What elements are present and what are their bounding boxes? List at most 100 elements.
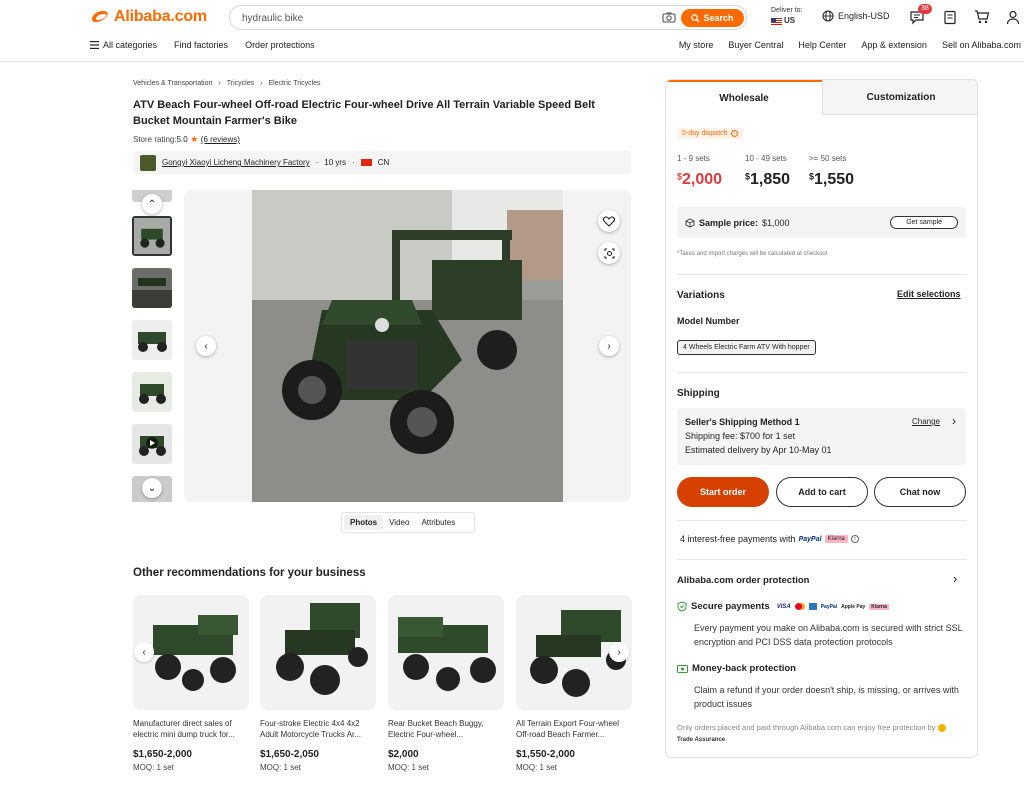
recommendations-prev-button[interactable]: ‹	[134, 642, 154, 662]
atv-image	[398, 617, 496, 691]
visa-icon: VISA	[776, 603, 791, 610]
deliver-to-country: US	[784, 16, 796, 25]
interest-free-row: 4 interest-free payments with PayPal Kla…	[680, 534, 859, 544]
atv-thumbnail-image	[139, 436, 166, 456]
chevron-down-icon: ⌄	[147, 482, 157, 494]
paypal-icon: PayPal	[820, 603, 838, 610]
model-number-label: Model Number	[677, 316, 740, 326]
shipping-title: Shipping	[677, 388, 720, 399]
store-avatar[interactable]	[140, 154, 156, 171]
language-label: English-USD	[838, 11, 890, 21]
model-option-chip[interactable]: 4 Wheels Electric Farm ATV With hopper	[677, 340, 816, 355]
amex-icon	[808, 603, 817, 610]
nav-buyer-central[interactable]: Buyer Central	[728, 40, 783, 50]
reviews-link[interactable]: (6 reviews)	[201, 135, 240, 144]
store-name-link[interactable]: Gongyi Xiaoyi Licheng Machinery Factory	[162, 158, 310, 167]
breadcrumb-item[interactable]: Electric Tricycles	[268, 80, 320, 87]
recommendation-card[interactable]: Four-stroke Electric 4x4 4x2 Adult Motor…	[260, 595, 376, 772]
account-icon[interactable]	[1005, 9, 1021, 25]
next-image-button[interactable]: ›	[599, 336, 619, 356]
info-icon[interactable]: i	[850, 535, 859, 543]
recommendation-price: $2,000	[388, 749, 419, 760]
tier-range-3: >= 50 sets	[809, 154, 847, 163]
cart-icon[interactable]	[974, 9, 990, 25]
thumb-down-button[interactable]: ⌄	[142, 478, 162, 498]
camera-icon[interactable]	[662, 12, 676, 23]
get-sample-button[interactable]: Get sample	[890, 216, 958, 229]
orders-icon[interactable]	[942, 9, 958, 25]
start-order-button[interactable]: Start order	[677, 477, 769, 507]
interest-free-text: 4 interest-free payments with	[680, 534, 796, 544]
nav-order-protections[interactable]: Order protections	[245, 40, 315, 50]
thumbnail-selected[interactable]	[132, 216, 172, 256]
rating-label: Store rating:	[133, 135, 177, 144]
nav-sell-on-alibaba[interactable]: Sell on Alibaba.com	[942, 40, 1021, 50]
media-tabs: Photos Video Attributes	[341, 512, 475, 533]
nav-left: All categories Find factories Order prot…	[90, 40, 315, 50]
atv-thumbnail-image	[138, 332, 167, 352]
recommendations-next-button[interactable]: ›	[609, 642, 629, 662]
recommendation-price: $1,650-2,000	[133, 749, 192, 760]
prev-image-button[interactable]: ‹	[196, 336, 216, 356]
search-input[interactable]	[242, 11, 642, 25]
mastercard-icon	[794, 603, 805, 610]
shield-icon	[677, 601, 687, 612]
tab-customization[interactable]: Customization	[822, 80, 977, 115]
main-product-image[interactable]: ‹ ›	[184, 190, 631, 502]
tier-range-2: 10 - 49 sets	[745, 154, 787, 163]
variations-title: Variations	[677, 290, 725, 301]
search-icon	[691, 13, 701, 23]
tab-attributes[interactable]: Attributes	[415, 515, 461, 530]
nav-app-extension[interactable]: App & extension	[861, 40, 927, 50]
thumb-up-button[interactable]: ⌃	[142, 194, 162, 214]
recommendation-moq: MOQ: 1 set	[516, 763, 557, 772]
nav-find-factories[interactable]: Find factories	[174, 40, 228, 50]
heart-icon	[603, 215, 615, 227]
tab-photos[interactable]: Photos	[344, 515, 384, 530]
recommendation-name: Four-stroke Electric 4x4 4x2 Adult Motor…	[260, 719, 361, 739]
edit-selections-link[interactable]: Edit selections	[897, 289, 961, 299]
add-to-cart-button[interactable]: Add to cart	[776, 477, 868, 507]
alibaba-logo[interactable]: Alibaba.com	[89, 8, 207, 26]
money-back-text: Claim a refund if your order doesn't shi…	[694, 685, 959, 709]
favorite-button[interactable]	[598, 210, 620, 232]
atv-image	[276, 603, 368, 695]
breadcrumb-item[interactable]: Tricycles	[227, 80, 254, 87]
breadcrumb-item[interactable]: Vehicles & Transportation	[133, 80, 212, 87]
recommendation-card[interactable]: Rear Bucket Beach Buggy, Electric Four-w…	[388, 595, 504, 772]
tab-wholesale[interactable]: Wholesale	[666, 80, 822, 115]
atv-thumbnail-image	[139, 384, 166, 404]
thumbnail[interactable]	[132, 320, 172, 360]
nav-help-center[interactable]: Help Center	[798, 40, 846, 50]
breadcrumb: Vehicles & Transportation › Tricycles › El…	[133, 80, 321, 87]
shipping-box[interactable]: Seller's Shipping Method 1 Change › Ship…	[677, 408, 966, 465]
change-shipping-link[interactable]: Change	[912, 415, 940, 429]
menu-icon	[90, 41, 99, 49]
chevron-left-icon: ‹	[204, 340, 208, 352]
shipping-fee: Shipping fee: $700 for 1 set	[685, 431, 796, 441]
chevron-right-icon[interactable]: ›	[953, 571, 957, 586]
language-selector[interactable]: English-USD	[822, 10, 890, 22]
search-bar[interactable]: Search	[229, 5, 747, 30]
search-button[interactable]: Search	[681, 9, 744, 27]
tab-video[interactable]: Video	[383, 515, 415, 530]
recommendation-card[interactable]: All Terrain Export Four-wheel Off-road B…	[516, 595, 632, 772]
thumbnail-video[interactable]	[132, 424, 172, 464]
secure-payments-row: Secure payments VISA PayPal Apple Pay Kl…	[677, 601, 889, 612]
image-search-button[interactable]	[598, 242, 620, 264]
recommendation-card[interactable]: Manufacturer direct sales of electric mi…	[133, 595, 249, 772]
thumbnail[interactable]	[132, 372, 172, 412]
order-protection-title[interactable]: Alibaba.com order protection	[677, 575, 810, 586]
tier-price-3-value: 1,550	[814, 171, 855, 188]
secure-payments-text: Every payment you make on Alibaba.com is…	[694, 623, 963, 647]
deliver-to[interactable]: Deliver to: US	[771, 6, 803, 26]
chevron-left-icon: ‹	[142, 646, 146, 658]
chat-now-button[interactable]: Chat now	[874, 477, 966, 507]
money-back-icon	[677, 664, 688, 673]
nav-my-store[interactable]: My store	[679, 40, 714, 50]
nav-all-categories[interactable]: All categories	[90, 40, 157, 50]
recommendation-moq: MOQ: 1 set	[260, 763, 301, 772]
image-search-icon	[604, 248, 614, 258]
thumbnail[interactable]	[132, 268, 172, 308]
recommendation-image	[260, 595, 376, 710]
